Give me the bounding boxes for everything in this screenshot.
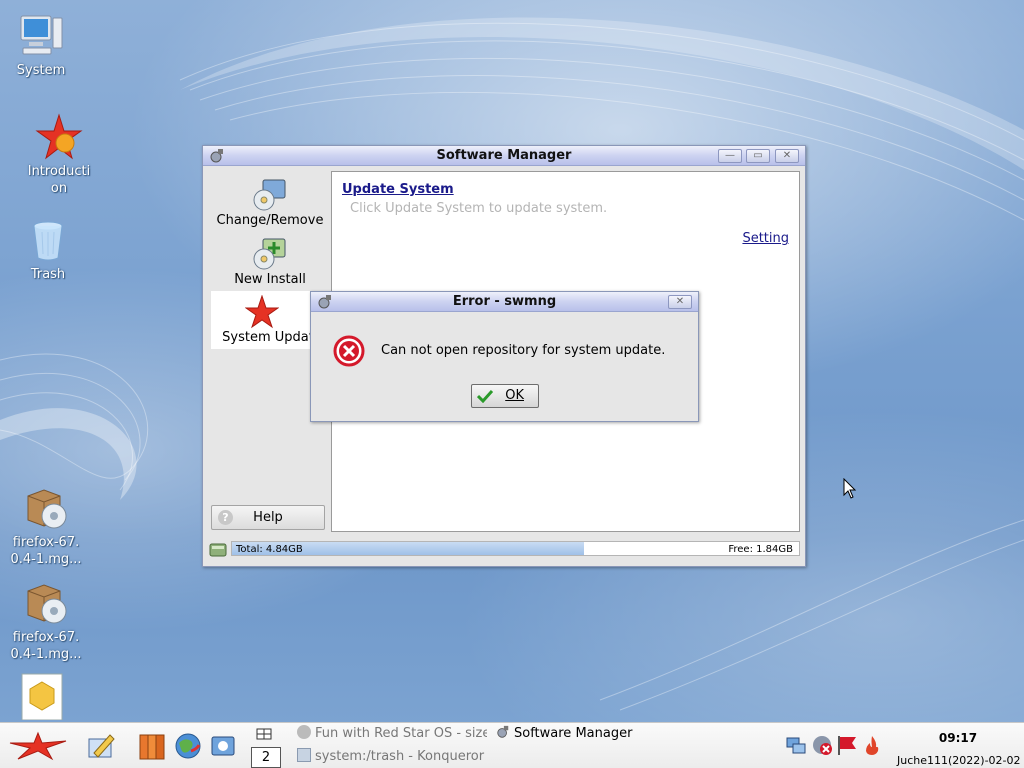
desktop-icon-label: firefox-67.0.4-1.mg... — [10, 630, 82, 662]
task-software-manager[interactable]: Software Manager — [496, 724, 646, 744]
software-manager-icon — [497, 725, 509, 738]
desktop-icon-document[interactable] — [0, 672, 87, 722]
sidebar-item-new-install[interactable]: New Install — [209, 233, 331, 291]
desktop-icon-introduction[interactable]: Introduction — [14, 113, 104, 197]
window-titlebar[interactable]: Software Manager — ▭ ✕ — [203, 146, 805, 166]
browser-globe-icon[interactable] — [173, 731, 203, 761]
disk-usage-progress: Total: 4.84GB Free: 1.84GB — [231, 541, 800, 556]
sidebar-item-label: System Updat — [222, 330, 313, 345]
flag-icon[interactable] — [836, 734, 858, 756]
date: Juche111(2022)-02-02 — [897, 754, 1021, 767]
close-button[interactable]: ✕ — [775, 149, 799, 163]
red-star-icon — [35, 113, 83, 160]
maximize-button[interactable]: ▭ — [746, 149, 770, 163]
text-editor-icon[interactable] — [86, 731, 116, 761]
error-dialog: Error - swmng ✕ Can not open repository … — [310, 291, 699, 422]
task-label: Software Manager — [514, 726, 633, 741]
sidebar-item-change-remove[interactable]: Change/Remove — [209, 174, 331, 232]
clock[interactable]: 09:17 — [930, 731, 986, 745]
task-label: system:/trash - Konqueror — [315, 749, 485, 764]
desktop-icon-label: Trash — [30, 267, 66, 282]
update-disabled-icon[interactable] — [811, 734, 833, 756]
show-desktop-icon[interactable] — [256, 727, 272, 741]
sidebar-item-system-update[interactable]: System Updat — [211, 291, 313, 349]
help-button[interactable]: ? Help — [211, 505, 325, 530]
disk-status-bar: Total: 4.84GB Free: 1.84GB — [209, 540, 800, 558]
media-player-icon[interactable] — [208, 731, 238, 761]
trash-icon — [33, 221, 63, 261]
package-icon — [27, 584, 67, 624]
taskbar: 2 Fun with Red Star OS - size Software M… — [0, 722, 1024, 768]
network-icon[interactable] — [785, 734, 807, 756]
start-menu-star-icon[interactable] — [8, 731, 68, 761]
sidebar-item-label: New Install — [234, 272, 306, 287]
ok-button[interactable]: OK — [471, 384, 539, 408]
sidebar-item-label: Change/Remove — [216, 213, 324, 228]
task-label: Fun with Red Star OS - size — [315, 726, 487, 741]
disk-free-text: Free: 1.84GB — [728, 544, 793, 555]
dialog-close-button[interactable]: ✕ — [668, 295, 692, 309]
help-label: Help — [253, 510, 283, 525]
cd-monitor-icon — [253, 179, 286, 211]
desktop-icon-system[interactable]: System — [0, 12, 86, 79]
error-message: Can not open repository for system updat… — [381, 343, 666, 358]
update-system-link[interactable]: Update System — [342, 182, 454, 197]
help-icon: ? — [218, 510, 233, 525]
dialog-titlebar[interactable]: Error - swmng ✕ — [311, 292, 698, 312]
task-fun-with-red-star[interactable]: Fun with Red Star OS - size — [297, 724, 487, 744]
cd-add-icon — [253, 238, 286, 270]
desktop-icon-label: firefox-67.0.4-1.mg... — [10, 535, 82, 567]
minimize-button[interactable]: — — [718, 149, 742, 163]
computer-icon — [20, 15, 63, 55]
desktop-icon-firefox-package-1[interactable]: firefox-67.0.4-1.mg... — [1, 484, 91, 568]
document-icon — [21, 673, 63, 720]
update-hint-text: Click Update System to update system. — [350, 201, 608, 216]
folder-icon — [297, 748, 311, 762]
desktop-icon-firefox-package-2[interactable]: firefox-67.0.4-1.mg... — [1, 579, 91, 663]
office-books-icon[interactable] — [137, 731, 167, 761]
dialog-title: Error - swmng — [452, 294, 557, 309]
desktop-icon-label: System — [16, 63, 66, 78]
red-star-icon — [245, 295, 279, 329]
error-icon — [333, 335, 365, 367]
task-konqueror-trash[interactable]: system:/trash - Konqueror — [297, 747, 497, 767]
disk-total-text: Total: 4.84GB — [236, 544, 303, 555]
window-title: Software Manager — [436, 148, 572, 163]
desktop-pager[interactable]: 2 — [251, 747, 281, 768]
desktop-icon-trash[interactable]: Trash — [3, 216, 93, 283]
checkmark-icon — [477, 389, 493, 403]
mouse-cursor — [843, 478, 857, 499]
ok-label: OK — [505, 388, 524, 403]
alert-fire-icon[interactable] — [861, 734, 883, 756]
globe-icon — [297, 725, 311, 739]
desktop-icon-label: Introduction — [27, 164, 91, 196]
package-icon — [27, 489, 67, 529]
setting-link[interactable]: Setting — [742, 231, 789, 246]
hard-disk-icon — [209, 543, 227, 557]
